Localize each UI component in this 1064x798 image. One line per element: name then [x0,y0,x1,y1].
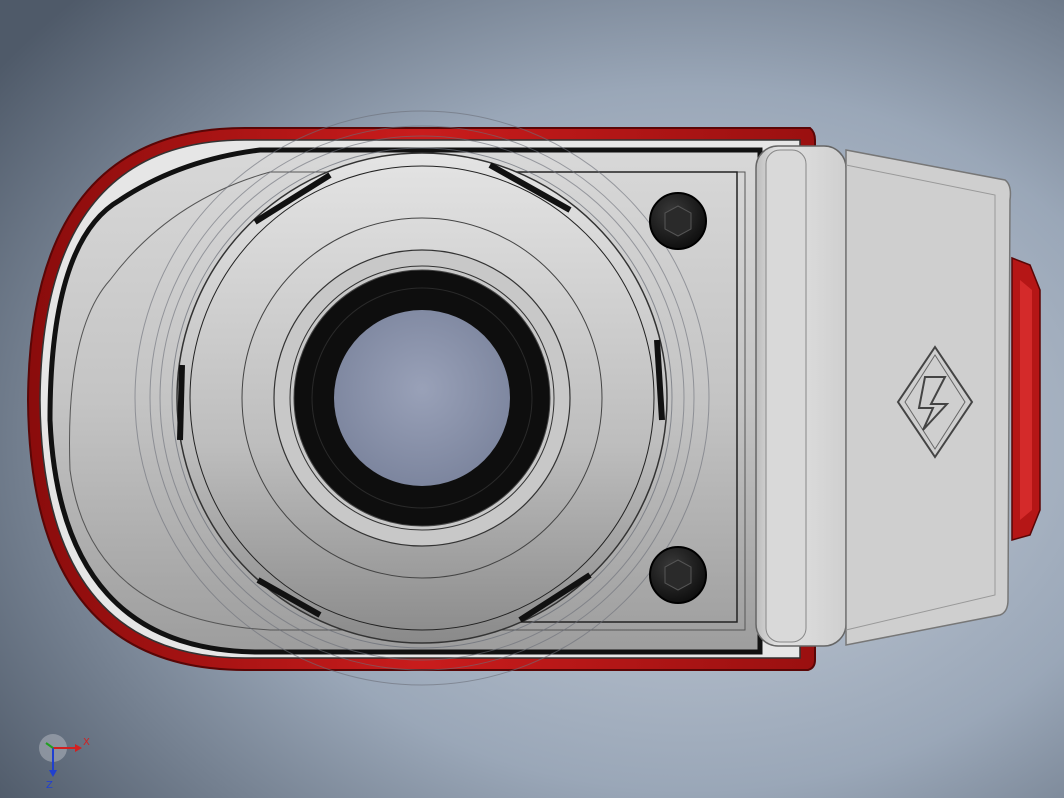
cad-scene[interactable]: X Z [0,0,1064,798]
end-cap[interactable] [755,145,1041,647]
cad-viewport[interactable]: X Z [0,0,1064,798]
x-axis-label: X [83,737,90,748]
hex-socket-bolt-icon[interactable] [649,546,707,604]
z-axis-label: Z [46,780,53,791]
cable-bore [334,310,510,486]
hex-socket-bolt-icon[interactable] [649,192,707,250]
cable-gland[interactable] [176,152,668,644]
gland-notch-left [177,364,185,441]
